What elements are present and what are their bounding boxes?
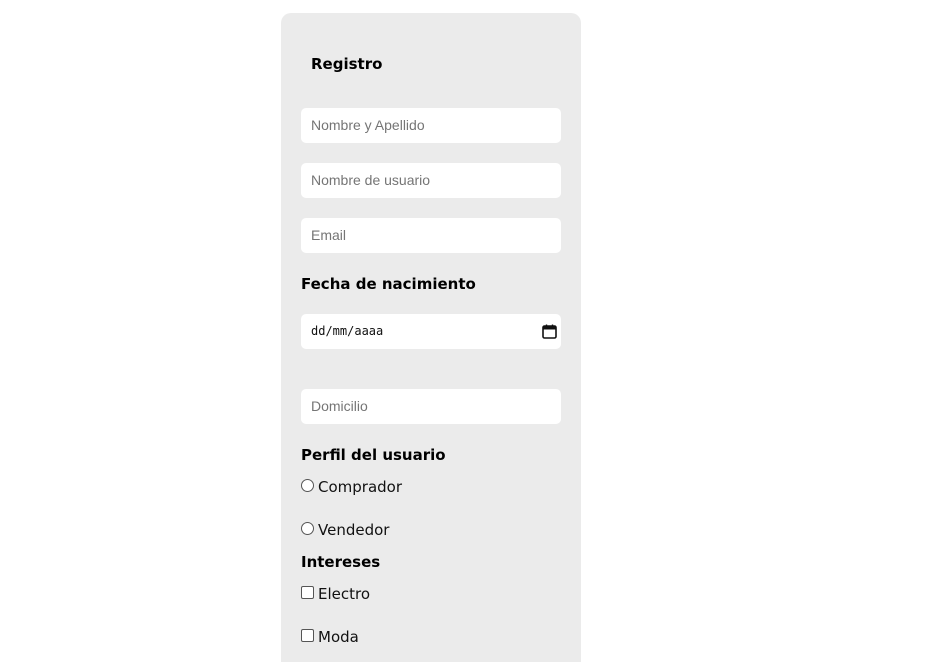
birth-date-format: dd/mm/aaaa [311, 324, 384, 338]
calendar-icon[interactable] [542, 324, 557, 339]
radio-option-comprador[interactable]: Comprador [301, 477, 402, 497]
birth-date-input[interactable]: dd/mm/aaaa [301, 314, 561, 349]
vendedor-radio[interactable] [301, 522, 314, 535]
electro-label: Electro [318, 585, 371, 603]
interests-label: Intereses [301, 553, 381, 571]
address-input[interactable]: Domicilio [301, 389, 561, 424]
vendedor-label: Vendedor [318, 521, 390, 539]
registration-form: Registro Nombre y Apellido Nombre de usu… [281, 13, 581, 662]
form-title: Registro [311, 55, 383, 73]
full-name-input[interactable]: Nombre y Apellido [301, 108, 561, 143]
email-placeholder: Email [311, 227, 347, 243]
radio-option-vendedor[interactable]: Vendedor [301, 520, 389, 540]
comprador-radio[interactable] [301, 479, 314, 492]
full-name-placeholder: Nombre y Apellido [311, 117, 425, 133]
birth-date-label: Fecha de nacimiento [301, 275, 476, 293]
comprador-label: Comprador [318, 478, 403, 496]
profile-label: Perfil del usuario [301, 446, 446, 464]
username-placeholder: Nombre de usuario [311, 172, 431, 188]
checkbox-option-electro[interactable]: Electro [301, 584, 370, 604]
address-placeholder: Domicilio [311, 398, 368, 414]
username-input[interactable]: Nombre de usuario [301, 163, 561, 198]
moda-label: Moda [318, 628, 359, 646]
moda-checkbox[interactable] [301, 629, 314, 642]
page: Registro Nombre y Apellido Nombre de usu… [0, 0, 938, 662]
email-input[interactable]: Email [301, 218, 561, 253]
checkbox-option-moda[interactable]: Moda [301, 627, 359, 647]
electro-checkbox[interactable] [301, 586, 314, 599]
